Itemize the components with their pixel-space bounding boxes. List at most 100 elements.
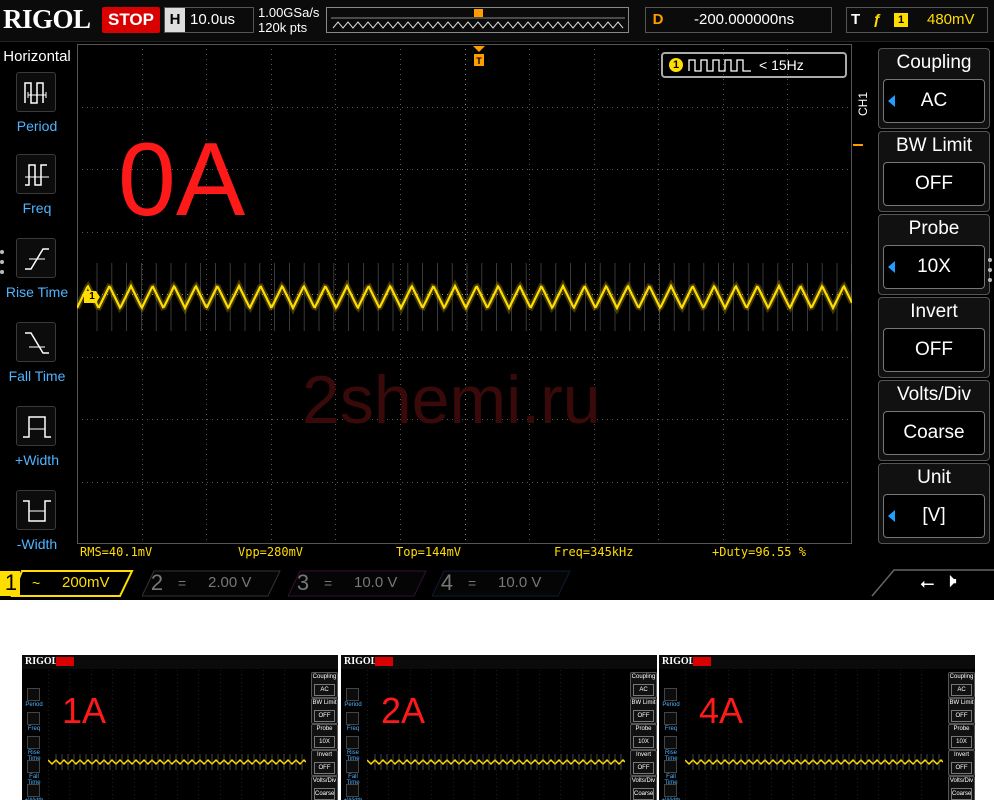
thumb-left-menu: PeriodFreqRise TimeFall Time+Width — [22, 670, 46, 800]
thumb-menu-value: 10X — [951, 736, 972, 748]
timebase-box[interactable]: H 10.0us — [164, 7, 254, 33]
thumb-menu-value: OFF — [314, 762, 335, 774]
channel4-coupling: = — [468, 575, 477, 591]
thumb-menu-button: Invert OFF — [948, 750, 975, 776]
trigger-box[interactable]: T ƒ 1 480mV — [846, 7, 988, 33]
thumb-rigol-logo: RIGOL — [344, 656, 378, 667]
measure-rise-time-item[interactable]: Rise Time — [0, 238, 74, 318]
thumb-top-bar: RIGOL — [22, 655, 338, 669]
usb-icon: ⭠ — [920, 573, 935, 593]
memory-depth: 120k pts — [258, 20, 308, 35]
thumb-stop-indicator — [56, 657, 74, 666]
left-menu-title: Horizontal — [3, 48, 71, 65]
left-arrow-icon — [888, 261, 895, 273]
thumb-menu-icon — [664, 784, 677, 797]
probe-button[interactable]: Probe 10X — [878, 214, 990, 295]
thumb-trace — [685, 758, 943, 766]
fall-time-label: Fall Time — [8, 368, 66, 384]
neg-width-label: -Width — [16, 536, 58, 552]
invert-button[interactable]: Invert OFF — [878, 297, 990, 378]
memory-timeline[interactable] — [326, 7, 629, 33]
thumb-menu-title: Invert — [316, 752, 332, 758]
measure-period-item[interactable]: Period — [0, 72, 74, 152]
delay-box[interactable]: D -200.000000ns — [645, 7, 832, 33]
measure-freq-item[interactable]: Freq — [0, 154, 74, 234]
left-arrow-icon — [888, 95, 895, 107]
thumb-menu-icon — [664, 760, 677, 773]
channel-status-bar: 1 ~ 200mV 2 = 2.00 V 3 = 10.0 V 4 = 10.0… — [0, 566, 994, 600]
channel3-coupling: = — [324, 575, 333, 591]
sample-rate: 1.00GSa/s — [258, 5, 320, 20]
thumbnail-1a: RIGOLPeriodFreqRise TimeFall Time+Width1… — [22, 655, 338, 800]
thumb-menu-value: 10X — [633, 736, 654, 748]
thumb-menu-label: Freq — [346, 726, 360, 732]
sample-info: 1.00GSa/s 120k pts — [258, 5, 319, 35]
thumb-current-label: 4A — [699, 690, 744, 731]
rise-time-icon — [16, 238, 56, 278]
thumb-stop-indicator — [693, 657, 711, 666]
run-stop-indicator[interactable]: STOP — [102, 7, 160, 33]
measure-fall-time-item[interactable]: Fall Time — [0, 322, 74, 402]
delay-value: -200.000000ns — [694, 11, 795, 28]
scope-screen: RIGOL STOP H 10.0us 1.00GSa/s 120k pts D … — [0, 0, 994, 600]
left-arrow-icon — [888, 510, 895, 522]
thumb-menu-title: Coupling — [949, 674, 974, 680]
frequency-counter[interactable]: 1 < 15Hz — [661, 52, 847, 78]
measure-rms: RMS=40.1mV — [80, 545, 153, 559]
thumb-menu-label: Freq — [664, 726, 678, 732]
measure-neg-width-item[interactable]: -Width — [0, 490, 74, 570]
period-label: Period — [16, 118, 58, 134]
thumb-menu-button: Invert OFF — [311, 750, 338, 776]
thumb-trace — [48, 758, 306, 766]
thumb-menu-icon — [27, 712, 40, 725]
bw-limit-title: BW Limit — [896, 135, 972, 156]
thumb-right-menu: Coupling AC BW Limit OFF Probe 10X Invert OFF Vo… — [948, 670, 975, 800]
thumb-menu-button: BW Limit OFF — [630, 698, 657, 724]
bw-limit-value: OFF — [883, 162, 985, 206]
trigger-level-marker — [853, 144, 863, 154]
thumb-menu-icon — [346, 784, 359, 797]
probe-title: Probe — [908, 218, 960, 239]
thumb-menu-value: AC — [951, 684, 972, 696]
thumb-trace — [367, 758, 625, 766]
thumb-menu-icon — [346, 736, 359, 749]
thumb-menu-value: AC — [633, 684, 654, 696]
thumb-menu-title: BW Limit — [949, 700, 974, 706]
thumbnail-4a: RIGOLPeriodFreqRise TimeFall Time+Width4… — [659, 655, 975, 800]
thumb-menu-value: OFF — [633, 710, 654, 722]
coupling-button[interactable]: Coupling AC — [878, 48, 990, 129]
measure-freq: Freq=345kHz — [554, 545, 634, 559]
bw-limit-button[interactable]: BW Limit OFF — [878, 131, 990, 212]
fall-time-icon — [16, 322, 56, 362]
neg-width-icon — [16, 490, 56, 530]
svg-text:T: T — [476, 56, 482, 66]
thumb-menu-icon — [27, 736, 40, 749]
trigger-position-marker[interactable]: T — [472, 46, 486, 70]
thumb-stop-indicator — [375, 657, 393, 666]
thumb-menu-button: Probe 10X — [311, 724, 338, 750]
channel4-tab[interactable]: 4 = 10.0 V — [432, 569, 572, 597]
thumb-menu-title: BW Limit — [631, 700, 656, 706]
left-measure-menu: Horizontal Period Freq Rise Time Fall Ti… — [0, 44, 74, 566]
rigol-logo: RIGOL — [3, 4, 91, 34]
mute-icon[interactable]: 🕨 — [944, 570, 957, 593]
thumb-menu-value: Coarse — [314, 788, 335, 800]
unit-button[interactable]: Unit [V] — [878, 463, 990, 544]
channel1-tab[interactable]: 1 ~ 200mV — [0, 569, 134, 597]
channel4-scale: 10.0 V — [498, 574, 542, 591]
probe-value: 10X — [883, 245, 985, 289]
volts-div-button[interactable]: Volts/Div Coarse — [878, 380, 990, 461]
thumb-menu-title: Coupling — [312, 674, 337, 680]
delay-label: D — [652, 11, 664, 28]
measure-pos-width-item[interactable]: +Width — [0, 406, 74, 486]
channel1-number: 1 — [4, 570, 18, 595]
channel2-tab[interactable]: 2 = 2.00 V — [142, 569, 282, 597]
pos-width-label: +Width — [15, 452, 59, 468]
channel-menu-tag: CH1 — [856, 92, 870, 117]
thumb-menu-icon — [27, 784, 40, 797]
waveform-area — [77, 44, 852, 544]
channel3-tab[interactable]: 3 = 10.0 V — [288, 569, 428, 597]
thumb-menu-icon — [346, 688, 359, 701]
channel1-scale: 200mV — [62, 574, 110, 591]
horizontal-label: H — [165, 8, 185, 32]
